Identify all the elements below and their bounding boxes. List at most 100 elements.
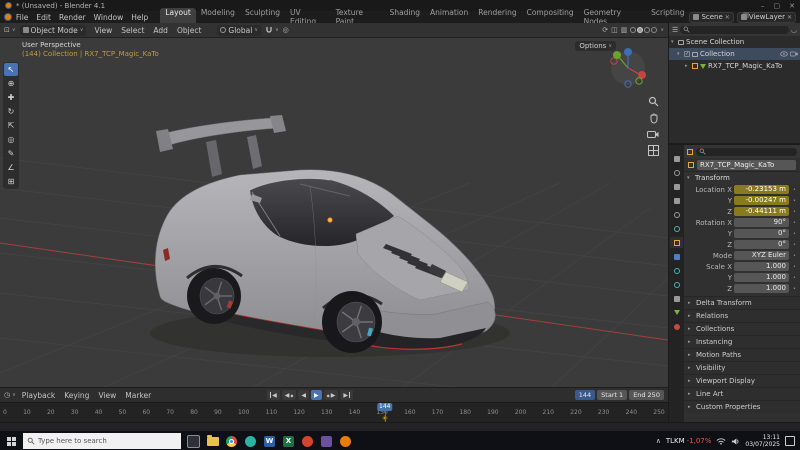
- keyframe-decorator-icon[interactable]: •: [791, 264, 798, 270]
- orientation-dropdown[interactable]: Global ∨: [217, 24, 261, 36]
- menu-item[interactable]: Edit: [32, 13, 55, 22]
- tab-tool[interactable]: [670, 153, 683, 164]
- blender-menu-icon[interactable]: [4, 13, 12, 21]
- next-keyframe-button[interactable]: ◆ ▶: [323, 390, 339, 400]
- start-button[interactable]: [2, 432, 20, 450]
- properties-section-header[interactable]: ▸ Collections: [684, 322, 800, 335]
- minimize-button[interactable]: –: [761, 2, 765, 10]
- browser-edge-icon[interactable]: [243, 434, 258, 449]
- properties-section-header[interactable]: ▸ Visibility: [684, 361, 800, 374]
- outliner-row-scene-collection[interactable]: ▾ Scene Collection: [669, 36, 800, 48]
- properties-section-header[interactable]: ▸ Instancing: [684, 335, 800, 348]
- properties-section-header[interactable]: ▸ Motion Paths: [684, 348, 800, 361]
- taskbar-clock[interactable]: 13:11 03/07/2025: [745, 434, 780, 448]
- action-center-icon[interactable]: [785, 436, 795, 446]
- menu-item[interactable]: Help: [127, 13, 152, 22]
- properties-section-header[interactable]: ▸ Viewport Display: [684, 374, 800, 387]
- transform-value-field[interactable]: 0°: [734, 240, 789, 249]
- expand-icon[interactable]: ▸: [685, 63, 690, 69]
- rotate-tool[interactable]: ↻: [4, 105, 18, 118]
- transform-value-field[interactable]: -0.44111 m: [734, 207, 789, 216]
- transform-value-field[interactable]: XYZ Euler: [734, 251, 789, 260]
- menu-item[interactable]: Window: [90, 13, 128, 22]
- overlays-toggle-icon[interactable]: ◫: [611, 26, 618, 34]
- xray-toggle-icon[interactable]: ▥: [621, 26, 628, 34]
- scene-selector[interactable]: Scene ✕: [689, 11, 734, 23]
- keyframe-decorator-icon[interactable]: •: [791, 198, 798, 204]
- transform-value-field[interactable]: -0.00247 m: [734, 196, 789, 205]
- keyframe-decorator-icon[interactable]: •: [791, 187, 798, 193]
- tab-render[interactable]: [670, 167, 683, 178]
- move-tool[interactable]: ✚: [4, 91, 18, 104]
- ortho-grid-icon[interactable]: [647, 145, 659, 156]
- tab-particles[interactable]: [670, 265, 683, 276]
- tab-scene[interactable]: [670, 209, 683, 220]
- transform-value-field[interactable]: 1.000: [734, 262, 789, 271]
- transform-tool[interactable]: ◎: [4, 133, 18, 146]
- viewlayer-remove-icon[interactable]: ✕: [787, 14, 792, 21]
- shading-material-icon[interactable]: [644, 27, 651, 33]
- menu-item[interactable]: File: [12, 13, 33, 22]
- outliner-search-field[interactable]: [680, 25, 789, 34]
- timeline-playhead[interactable]: 144: [377, 403, 393, 422]
- viewlayer-selector[interactable]: ViewLayer ✕: [736, 11, 796, 23]
- viewport-menu-item[interactable]: Object: [173, 26, 205, 35]
- timeline-ruler[interactable]: 0 10 20 30 40 50 60 70 80 90 100 110 120 130 140 150 160…: [0, 402, 668, 422]
- proportional-edit-icon[interactable]: ◎: [283, 26, 289, 34]
- keyframe-decorator-icon[interactable]: •: [791, 231, 798, 237]
- gizmo-z-axis-icon[interactable]: [624, 48, 632, 56]
- options-dropdown[interactable]: Options ∨: [575, 41, 616, 51]
- app-blue-icon[interactable]: W: [262, 434, 277, 449]
- properties-section-header[interactable]: ▸ Custom Properties: [684, 400, 800, 413]
- tab-constraints[interactable]: [670, 293, 683, 304]
- volume-icon[interactable]: [731, 437, 740, 446]
- keyframe-decorator-icon[interactable]: •: [791, 286, 798, 292]
- play-button[interactable]: ▶: [311, 390, 322, 400]
- wifi-icon[interactable]: [716, 437, 726, 445]
- transform-value-field[interactable]: 0°: [734, 229, 789, 238]
- mode-dropdown[interactable]: Object Mode ∨: [19, 24, 87, 36]
- tab-world[interactable]: [670, 223, 683, 234]
- timeline-menu-item[interactable]: View: [94, 391, 120, 400]
- add-cube-tool[interactable]: ⊞: [4, 175, 18, 188]
- tray-expand-icon[interactable]: ∧: [656, 437, 661, 445]
- car-model[interactable]: [155, 115, 496, 353]
- zoom-icon[interactable]: [648, 96, 659, 107]
- transform-value-field[interactable]: -0.23153 m: [734, 185, 789, 194]
- transform-section-header[interactable]: ▾ Transform: [684, 171, 800, 184]
- keyframe-decorator-icon[interactable]: •: [791, 209, 798, 215]
- expand-icon[interactable]: ▾: [671, 39, 676, 45]
- keyframe-decorator-icon[interactable]: •: [791, 242, 798, 248]
- navigation-gizmo[interactable]: [610, 48, 646, 88]
- app-purple-icon[interactable]: [319, 434, 334, 449]
- render-camera-icon[interactable]: [790, 51, 798, 57]
- keyframe-decorator-icon[interactable]: •: [791, 275, 798, 281]
- object-name-field[interactable]: RX7_TCP_Magic_KaTo: [697, 159, 796, 170]
- frame-start-field[interactable]: Start 1: [597, 390, 628, 400]
- timeline-menu-item[interactable]: Keying: [60, 391, 93, 400]
- keyframe-decorator-icon[interactable]: •: [791, 253, 798, 259]
- viewport-3d[interactable]: User Perspective (144) Collection | RX7_…: [0, 38, 668, 387]
- app-red-icon[interactable]: [300, 434, 315, 449]
- gizmo-y-axis-icon[interactable]: [613, 51, 621, 59]
- tab-material[interactable]: [670, 321, 683, 332]
- browser-chrome-icon[interactable]: [224, 434, 239, 449]
- frame-end-field[interactable]: End 250: [629, 390, 664, 400]
- properties-search-field[interactable]: [696, 147, 797, 156]
- viewport-menu-item[interactable]: View: [90, 26, 116, 35]
- viewport-canvas[interactable]: [0, 38, 668, 387]
- pan-hand-icon[interactable]: [648, 113, 659, 124]
- tab-output[interactable]: [670, 181, 683, 192]
- file-explorer-icon[interactable]: [205, 434, 220, 449]
- shading-rendered-icon[interactable]: [651, 27, 658, 33]
- camera-view-icon[interactable]: [647, 130, 659, 139]
- select-box-tool[interactable]: ↖: [4, 63, 18, 76]
- scene-unlink-icon[interactable]: ✕: [725, 14, 730, 21]
- current-frame-field[interactable]: 144: [574, 390, 596, 400]
- outliner-row-object[interactable]: ▸ RX7_TCP_Magic_KaTo: [669, 60, 800, 72]
- hide-eye-icon[interactable]: [780, 51, 788, 57]
- snap-toggle[interactable]: ∨: [265, 26, 279, 34]
- transform-value-field[interactable]: 90°: [734, 218, 789, 227]
- tab-modifiers[interactable]: [670, 251, 683, 262]
- keyframe-decorator-icon[interactable]: •: [791, 220, 798, 226]
